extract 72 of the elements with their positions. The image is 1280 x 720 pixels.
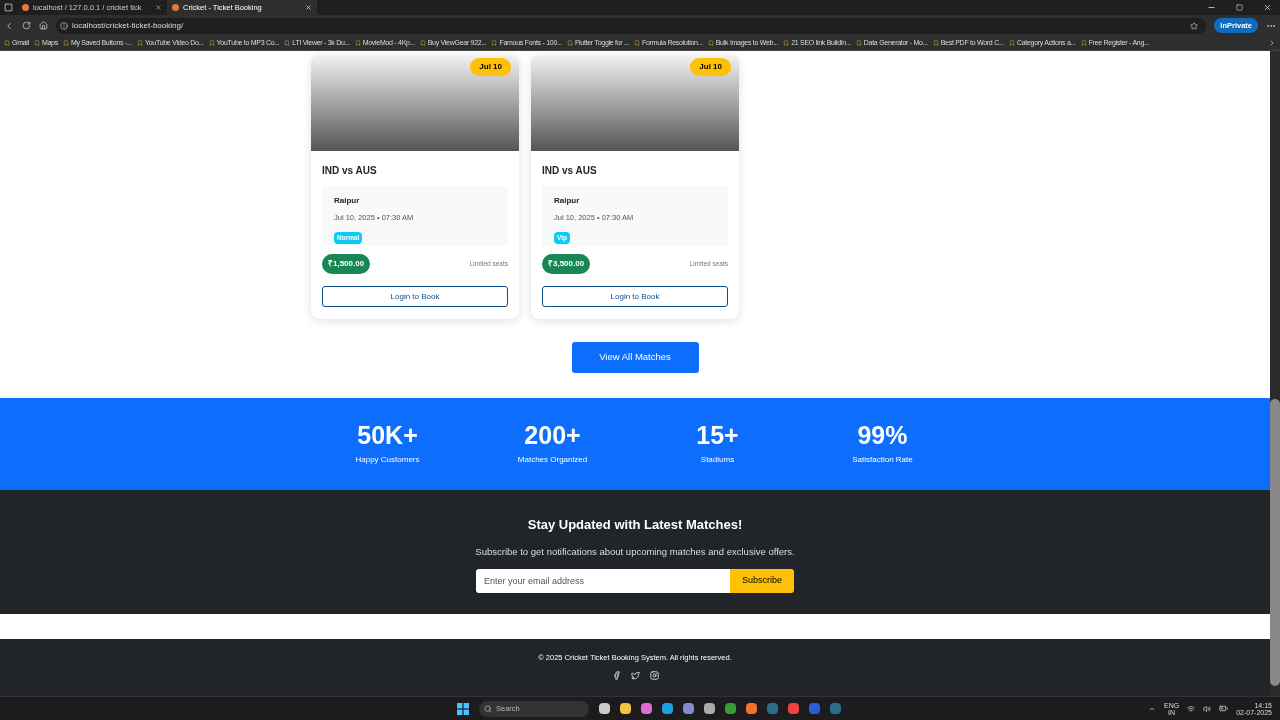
maximize-icon[interactable] [1236, 4, 1243, 11]
taskbar-app-icon[interactable] [599, 703, 610, 714]
battery-icon[interactable] [1219, 704, 1229, 713]
favorite-icon[interactable] [1190, 21, 1199, 30]
close-icon[interactable] [1263, 3, 1272, 12]
instagram-icon[interactable] [649, 671, 659, 681]
price-badge: ₹3,500.00 [542, 254, 591, 274]
close-icon[interactable] [155, 4, 162, 11]
login-to-book-button[interactable]: Login to Book [322, 286, 508, 307]
facebook-icon[interactable] [611, 671, 621, 681]
volume-icon[interactable] [1203, 704, 1212, 713]
more-bookmarks-icon[interactable] [1268, 39, 1276, 47]
bookmark-icon[interactable] [1080, 40, 1087, 46]
bookmark-icon[interactable] [419, 40, 426, 46]
newsletter-text: Subscribe to get notifications about upcoming matches and exclusive offers. [475, 544, 795, 559]
email-field[interactable]: Enter your email address [476, 568, 730, 593]
scrollbar[interactable] [1270, 51, 1280, 696]
venue: Raipur [554, 195, 581, 207]
bookmark-icon[interactable] [783, 40, 790, 46]
stat-value: 50K+ [357, 422, 418, 448]
bookmark-icon[interactable] [855, 40, 862, 46]
venue: Raipur [334, 195, 361, 207]
bookmark-icon[interactable] [136, 40, 143, 46]
match-title: IND vs AUS [542, 164, 598, 178]
bookmark-icon[interactable] [707, 40, 714, 46]
newsletter-title: Stay Updated with Latest Matches! [527, 516, 743, 535]
stat-value: 200+ [524, 422, 581, 448]
stat-value: 99% [857, 422, 908, 448]
taskbar-app-icon[interactable] [620, 703, 631, 714]
taskbar-app-icon[interactable] [641, 703, 652, 714]
bookmark-icon[interactable] [1008, 40, 1015, 46]
bookmark-icon[interactable] [208, 40, 215, 46]
bookmark-icon[interactable] [4, 40, 10, 46]
taskbar-app-icon[interactable] [725, 703, 736, 714]
login-to-book-button[interactable]: Login to Book [542, 286, 728, 307]
stat-label: Matches Organized [517, 453, 588, 466]
site-icon [172, 4, 179, 11]
bookmark-icon[interactable] [354, 40, 361, 46]
url-text: localhost/cricket-ticket-booking/ [72, 19, 185, 32]
back-icon[interactable] [4, 20, 14, 31]
wifi-icon[interactable] [1187, 704, 1196, 713]
home-icon[interactable] [39, 21, 48, 30]
site-info-icon[interactable] [60, 21, 68, 30]
taskbar-app-icon[interactable] [788, 703, 799, 714]
search-icon [484, 704, 492, 713]
taskbar-app-icon[interactable] [704, 703, 715, 714]
stat-label: Satisfaction Rate [852, 453, 913, 466]
bookmark-icon[interactable] [284, 40, 291, 46]
bookmark-icon[interactable] [932, 40, 939, 46]
bookmark-icon[interactable] [634, 40, 641, 46]
reload-icon[interactable] [22, 21, 31, 30]
bookmark-icon[interactable] [567, 40, 574, 46]
bookmark-icon[interactable] [62, 40, 69, 46]
price-badge: ₹1,500.00 [322, 254, 371, 274]
taskbar-app-icon[interactable] [746, 703, 757, 714]
address-bar[interactable]: localhost/cricket-ticket-booking/ [56, 17, 1207, 34]
view-all-matches-button[interactable]: View All Matches [571, 342, 699, 373]
tab-actions-icon[interactable] [4, 3, 13, 12]
stat-value: 15+ [696, 422, 739, 448]
subscribe-button[interactable]: Subscribe [730, 568, 794, 593]
match-title: IND vs AUS [322, 164, 378, 178]
stat-label: Happy Customers [355, 453, 420, 466]
stat-label: Stadiums [700, 453, 735, 466]
bookmark-icon[interactable] [33, 40, 40, 46]
site-icon [22, 4, 29, 11]
twitter-icon[interactable] [630, 671, 640, 681]
start-icon[interactable] [457, 702, 469, 715]
taskbar-app-icon[interactable] [662, 703, 673, 714]
date-badge: Jul 10 [690, 58, 731, 76]
taskbar-app-icon[interactable] [683, 703, 694, 714]
bookmark-icon[interactable] [491, 40, 498, 46]
date-badge: Jul 10 [470, 58, 511, 76]
